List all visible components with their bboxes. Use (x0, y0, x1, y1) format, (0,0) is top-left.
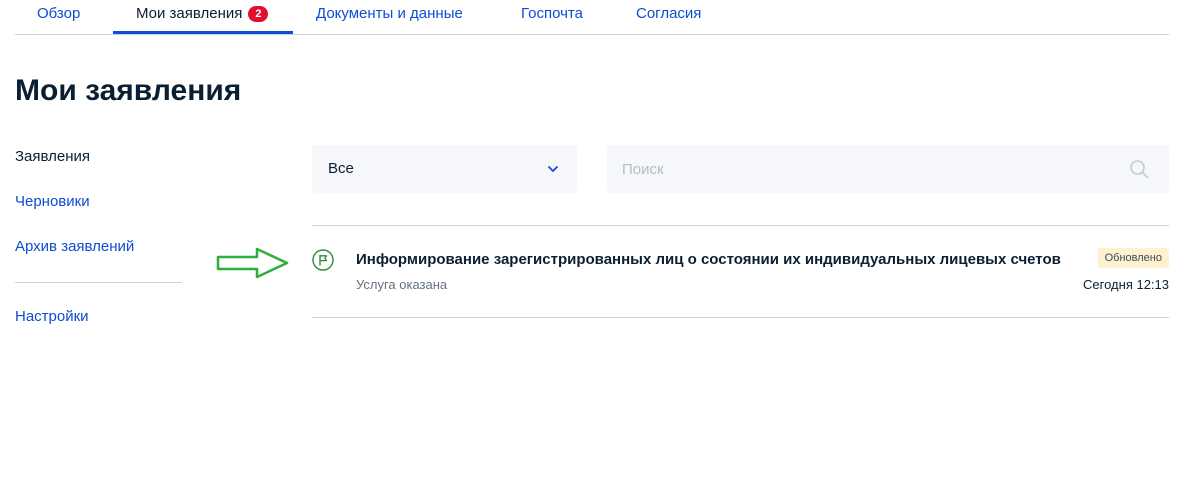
sidebar-divider (15, 282, 182, 283)
tab-documents-label: Документы и данные (316, 5, 463, 22)
updated-badge: Обновлено (1097, 248, 1169, 268)
tab-documents[interactable]: Документы и данные (316, 5, 463, 35)
sidebar-item-applications[interactable]: Заявления (15, 148, 90, 165)
page-title: Мои заявления (15, 74, 242, 107)
tab-overview[interactable]: Обзор (37, 5, 80, 35)
sidebar-item-settings[interactable]: Настройки (15, 308, 89, 325)
annotation-arrow-icon (216, 247, 289, 279)
applications-count-badge: 2 (248, 6, 269, 22)
status-filter-value: Все (328, 160, 354, 177)
tab-gospochta[interactable]: Госпочта (521, 5, 583, 35)
chevron-down-icon (548, 166, 558, 172)
search-icon[interactable] (1129, 159, 1149, 179)
application-row[interactable]: Информирование зарегистрированных лиц о … (312, 226, 1169, 317)
sidebar-item-archive[interactable]: Архив заявлений (15, 238, 134, 255)
tab-my-applications-label: Мои заявления (136, 5, 243, 22)
tab-consents-label: Согласия (636, 5, 702, 22)
application-time: Сегодня 12:13 (1083, 277, 1169, 292)
tab-gospochta-label: Госпочта (521, 5, 583, 22)
list-bottom-divider (312, 317, 1169, 318)
active-tab-underline (113, 31, 293, 34)
application-title: Информирование зарегистрированных лиц о … (356, 251, 1061, 268)
top-tabs: Обзор Мои заявления 2 Документы и данные … (15, 0, 1169, 35)
tab-consents[interactable]: Согласия (636, 5, 701, 35)
status-filter-select[interactable]: Все (312, 145, 577, 193)
flag-icon (312, 249, 334, 271)
search-box (607, 145, 1169, 193)
application-status: Услуга оказана (356, 277, 448, 292)
sidebar-item-drafts[interactable]: Черновики (15, 193, 90, 210)
tab-overview-label: Обзор (37, 5, 81, 22)
search-input[interactable] (607, 145, 1169, 193)
applications-page: Обзор Мои заявления 2 Документы и данные … (0, 0, 1200, 497)
